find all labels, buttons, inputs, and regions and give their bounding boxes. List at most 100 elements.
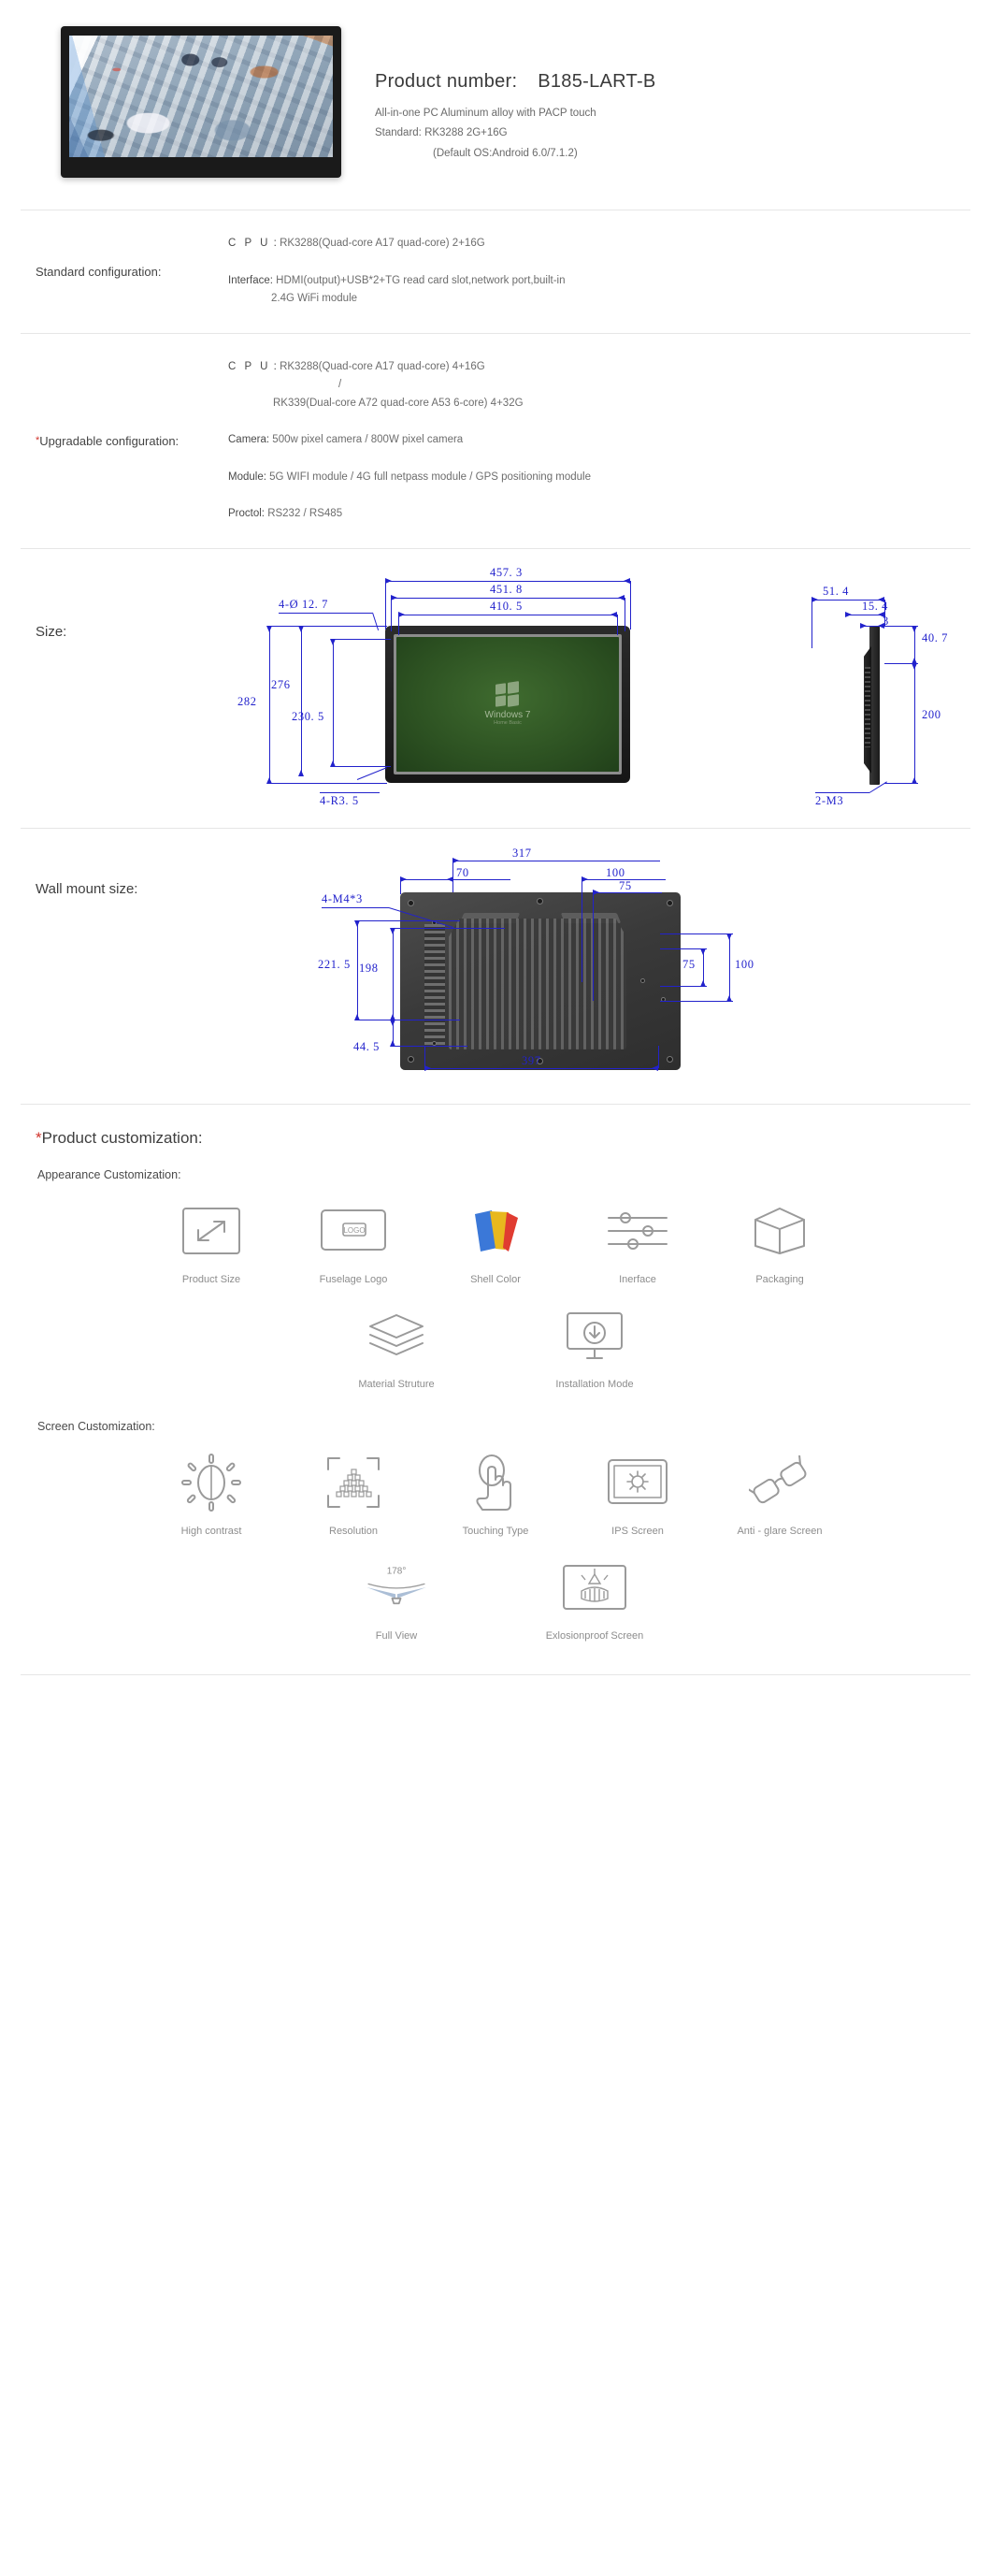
appearance-customization-title: Appearance Customization: [37,1167,181,1181]
upgradable-cpu-row: C P U : RK3288(Quad-core A17 quad-core) … [228,358,970,413]
appearance-icon-row-1: Product Size LOGO Fuselage Logo Shell Co… [0,1181,991,1286]
upgradable-cpu-sep: : [270,360,280,372]
option-fuselage-logo[interactable]: LOGO Fuselage Logo [299,1202,408,1286]
viewing-angle-badge: 178° [387,1566,407,1576]
option-label: Anti - glare Screen [737,1525,823,1537]
option-full-view[interactable]: 178° Full View [342,1558,451,1643]
hero-line-3: (Default OS:Android 6.0/7.1.2) [433,147,578,159]
upgradable-cpu-value: RK3288(Quad-core A17 quad-core) 4+16G [280,360,485,372]
customization-section: *Product customization: Appearance Custo… [0,1105,991,1700]
size-drawing: Windows 7 Home Basic 457. 3 451. 8 410. … [217,565,970,811]
device-frame [61,26,341,178]
upgradable-cpu-value-2: RK339(Dual-core A72 quad-core A53 6-core… [273,397,524,409]
screen-os-label: Windows 7 [484,710,531,721]
upgradable-protocol-row: Proctol: RS232 / RS485 [228,505,970,524]
dim-wm-r100: 100 [735,957,754,971]
dim-wm-198: 198 [359,961,379,975]
wall-mount-drawing-body: 317 70 100 75 4-M4*3 221. 5 198 44. 5 75… [217,847,970,1087]
box-icon [743,1202,816,1260]
upgradable-protocol-key: Proctol: [228,508,268,520]
hero-section: Product number: B185-LART-B All-in-one P… [0,0,991,210]
hero-subtitle: All-in-one PC Aluminum alloy with PACP t… [375,104,656,164]
option-resolution[interactable]: Resolution [299,1454,408,1538]
option-label: Fuselage Logo [319,1273,388,1285]
product-number-value: B185-LART-B [538,71,656,92]
wall-mount-drawing: 317 70 100 75 4-M4*3 221. 5 198 44. 5 75… [217,847,970,1087]
option-interface[interactable]: Inerface [583,1202,692,1286]
standard-configuration-rows: C P U : RK3288(Quad-core A17 quad-core) … [217,235,970,309]
hero-text: Product number: B185-LART-B All-in-one P… [375,26,656,178]
option-packaging[interactable]: Packaging [725,1202,834,1286]
product-photo [61,26,341,178]
dim-side-height: 200 [922,707,941,721]
standard-configuration-section: Standard configuration: C P U : RK3288(Q… [0,210,991,333]
screen-icon-row-1: High contrast Resolution Touching Type I… [0,1433,991,1538]
device-screen-photo [69,36,333,157]
option-label: Product Size [181,1273,241,1285]
wall-mount-section: Wall mount size: 317 70 100 75 4-M4*3 22… [0,829,991,1104]
screw-hole [537,897,543,904]
screen-icon-row-2: 178° Full View Exlosionproof Screen [0,1538,991,1643]
option-label: Touching Type [462,1525,529,1537]
monitor-download-icon [558,1307,631,1365]
option-exlosionproof-screen[interactable]: Exlosionproof Screen [540,1558,649,1643]
screw-hole [667,1055,673,1063]
dim-wm-70: 70 [456,865,469,879]
hero-line-1: All-in-one PC Aluminum alloy with PACP t… [375,108,596,119]
resize-arrow-icon [175,1202,248,1260]
page-title: Product number: B185-LART-B [375,71,656,93]
glasses-icon [743,1454,816,1512]
dim-side-b: 15. 4 [862,599,888,613]
customization-star: * [36,1128,42,1147]
layers-icon [360,1307,433,1365]
option-label: Exlosionproof Screen [545,1629,644,1642]
brightness-icon [175,1453,248,1512]
upgradable-camera-key: Camera: [228,434,273,446]
upgradable-module-key: Module: [228,470,270,483]
monitor-front-view: Windows 7 Home Basic [385,625,630,783]
option-label: Installation Mode [555,1379,634,1391]
upgradable-cpu-key: C P U [228,360,271,372]
option-installation-mode[interactable]: Installation Mode [540,1307,649,1391]
option-material-struture[interactable]: Material Struture [342,1307,451,1391]
standard-cpu-row: C P U : RK3288(Quad-core A17 quad-core) … [228,235,970,253]
logo-screen-icon: LOGO [317,1202,390,1260]
touch-hand-icon [459,1454,532,1512]
dim-wm-screws: 4-M4*3 [322,891,363,905]
svg-text:LOGO: LOGO [343,1226,365,1235]
upgradable-configuration-label: * Upgradable configuration: [21,358,217,524]
upgradable-module-row: Module: 5G WIFI module / 4G full netpass… [228,469,970,487]
standard-interface-key: Interface: [228,274,277,286]
option-label: Resolution [329,1525,378,1537]
dim-wm-r75: 75 [682,957,696,971]
product-number-label: Product number: [375,71,518,92]
monitor-screen: Windows 7 Home Basic [396,636,619,772]
dim-wm-44: 44. 5 [353,1039,380,1053]
color-swatch-icon [459,1202,532,1260]
option-anti-glare-screen[interactable]: Anti - glare Screen [725,1454,834,1538]
option-label: Material Struture [358,1379,435,1391]
customization-title: *Product customization: [0,1105,991,1148]
shield-screen-icon [558,1558,631,1616]
option-shell-color[interactable]: Shell Color [441,1202,550,1286]
dim-width-outer: 457. 3 [490,565,523,579]
option-high-contrast[interactable]: High contrast [157,1453,266,1538]
size-drawing-body: Windows 7 Home Basic 457. 3 451. 8 410. … [217,565,970,811]
dim-width-mid: 451. 8 [490,582,523,596]
pixels-frame-icon [317,1454,390,1512]
screen-customization-title: Screen Customization: [37,1419,155,1433]
dim-wm-75: 75 [619,878,632,892]
option-label: Packaging [755,1273,804,1285]
upgradable-camera-value: 500w pixel camera / 800W pixel camera [272,434,464,446]
dim-wm-100: 100 [606,865,625,879]
standard-interface-value-2: 2.4G WiFi module [271,293,358,305]
dim-side-top: 40. 7 [922,630,948,644]
upgradable-cpu-slash: / [338,379,342,391]
option-touching-type[interactable]: Touching Type [441,1454,550,1538]
option-product-size[interactable]: Product Size [157,1202,266,1286]
dim-wm-317: 317 [512,846,532,860]
dim-wm-221: 221. 5 [318,957,351,971]
upgradable-camera-row: Camera: 500w pixel camera / 800W pixel c… [228,431,970,450]
wall-mount-label: Wall mount size: [36,880,138,897]
option-ips-screen[interactable]: IPS Screen [583,1454,692,1538]
